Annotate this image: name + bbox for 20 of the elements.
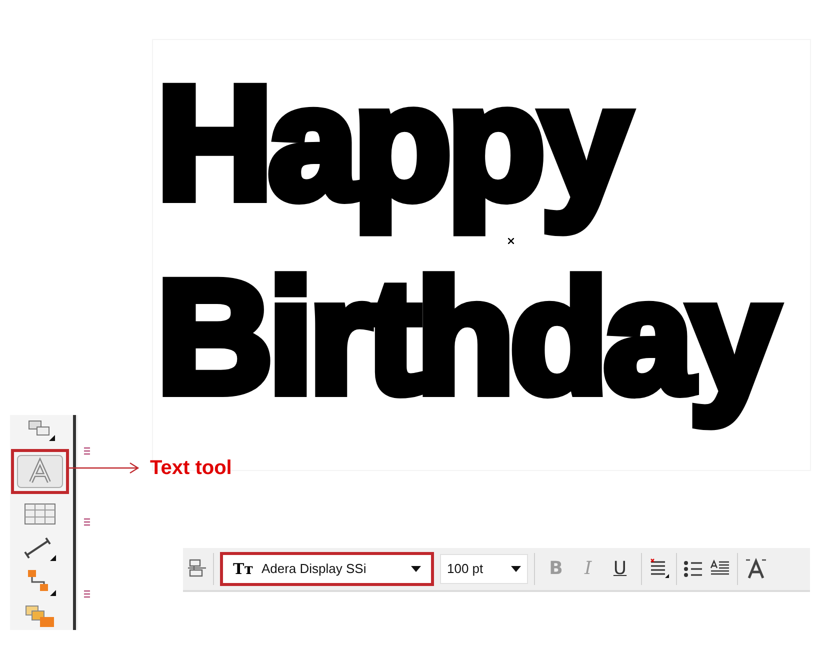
blend-icon bbox=[24, 604, 56, 628]
annotation-label: Text tool bbox=[150, 458, 232, 478]
arrow-icon bbox=[68, 462, 140, 474]
text-letter-icon[interactable] bbox=[744, 557, 768, 581]
dimension-icon bbox=[24, 535, 56, 562]
table-icon bbox=[24, 503, 56, 526]
ruler-mark-icon bbox=[82, 446, 91, 456]
caret-icon bbox=[411, 566, 421, 572]
caret-icon bbox=[511, 566, 521, 572]
cross-mark-icon bbox=[508, 238, 514, 244]
ruler-mark-icon bbox=[82, 517, 91, 528]
bullet-list-icon[interactable] bbox=[683, 559, 703, 579]
ruler-mark-icon bbox=[82, 589, 91, 600]
alignment-icon[interactable] bbox=[648, 558, 670, 580]
underline-button[interactable]: U bbox=[609, 557, 631, 581]
letter-icon bbox=[17, 454, 64, 488]
selected-tool-button[interactable] bbox=[11, 448, 70, 494]
font-dropdown[interactable]: Tт Adera Display SSi bbox=[220, 552, 434, 586]
font-icon: Tт bbox=[233, 558, 254, 580]
size-dropdown[interactable]: 100 pt bbox=[440, 554, 528, 584]
